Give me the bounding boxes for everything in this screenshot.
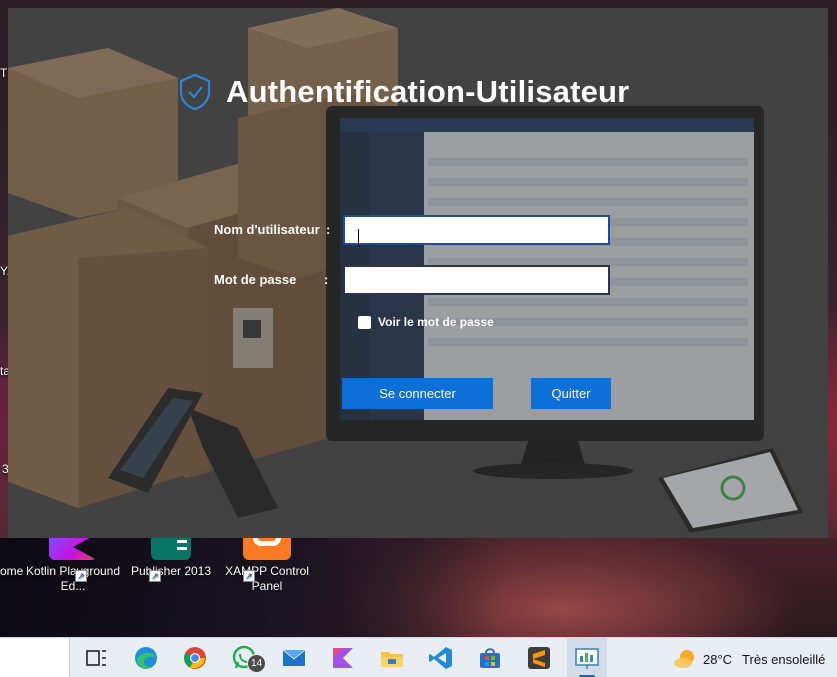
shortcut-arrow-icon: ↗ (149, 570, 161, 582)
edge-icon[interactable] (132, 644, 160, 672)
chrome-icon[interactable] (181, 644, 209, 672)
weather-temperature: 28°C (703, 651, 733, 667)
active-app-tab[interactable] (567, 638, 607, 677)
store-icon[interactable] (476, 644, 504, 672)
username-label: Nom d'utilisateur (214, 222, 320, 237)
desktop-icon-label: Kotlin Playground Ed... (25, 564, 121, 593)
show-password-checkbox[interactable] (358, 315, 371, 329)
login-window: Authentification-Utilisateur Nom d'utili… (8, 8, 828, 538)
quit-button[interactable]: Quitter (531, 378, 611, 409)
page-title: Authentification-Utilisateur (226, 74, 630, 109)
desktop-icon-label: XAMPP Control Panel (225, 564, 309, 593)
shortcut-arrow-icon: ↗ (243, 570, 255, 582)
shortcut-arrow-icon: ↗ (75, 570, 87, 582)
taskbar: 28°C Très ensoleillé (0, 637, 837, 677)
desktop-icon-kotlin[interactable]: ↗ Kotlin Playground Ed... (24, 534, 122, 594)
text-caret (358, 229, 359, 246)
password-input[interactable] (343, 265, 610, 295)
kotlin-icon[interactable] (329, 644, 357, 672)
username-input[interactable] (343, 215, 610, 245)
taskbar-search-box[interactable] (0, 638, 70, 677)
sublime-text-icon[interactable] (525, 644, 553, 672)
sun-cloud-icon (674, 650, 694, 668)
connect-button[interactable]: Se connecter (342, 378, 493, 409)
task-view-icon[interactable] (82, 644, 110, 672)
password-label: Mot de passe (214, 272, 297, 287)
password-colon: : (324, 272, 329, 287)
desktop-icon-publisher[interactable]: ↗ Publisher 2013 (122, 534, 220, 582)
weather-widget[interactable]: 28°C Très ensoleillé (673, 648, 825, 670)
shield-icon (179, 73, 211, 111)
weather-description: Très ensoleillé (742, 651, 826, 667)
vscode-icon[interactable] (427, 644, 455, 672)
whatsapp-badge: 14 (247, 654, 266, 673)
show-password-row[interactable]: Voir le mot de passe (358, 315, 494, 329)
login-header: Authentification-Utilisateur (178, 70, 629, 114)
mail-icon[interactable] (280, 644, 308, 672)
show-password-label[interactable]: Voir le mot de passe (378, 315, 494, 329)
desktop-icon-xampp[interactable]: ↗ XAMPP Control Panel (218, 534, 316, 594)
presentation-app-icon (575, 648, 599, 669)
file-explorer-icon[interactable] (378, 644, 406, 672)
username-colon: : (326, 222, 331, 237)
desktop-icon-label: Publisher 2013 (130, 564, 212, 578)
